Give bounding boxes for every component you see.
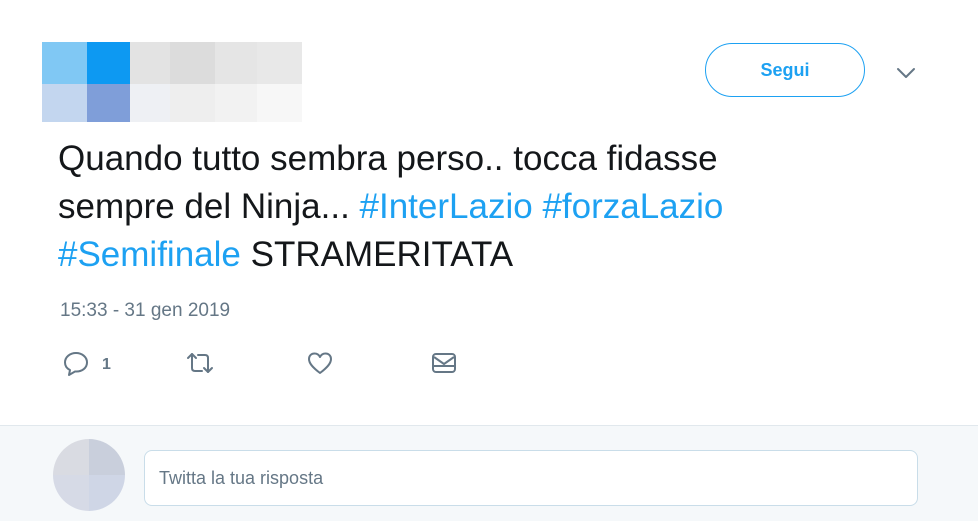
blurred-user-identity[interactable] xyxy=(42,42,302,122)
avatar-blur-cell xyxy=(42,84,87,122)
avatar xyxy=(53,439,125,511)
tweet-text: Quando tutto sembra perso.. tocca fidass… xyxy=(58,135,938,279)
reply-input[interactable] xyxy=(144,450,918,506)
tweet-text-span: Quando tutto sembra perso.. tocca fidass… xyxy=(58,139,718,178)
heart-icon xyxy=(306,349,334,382)
tweet-line-3: #Semifinale STRAMERITATA xyxy=(58,231,938,279)
name-blur-cell xyxy=(170,42,215,84)
name-blur-cell xyxy=(215,84,257,122)
retweet-button[interactable] xyxy=(185,345,215,385)
name-blur-cell xyxy=(257,84,302,122)
tweet-line-2: sempre del Ninja... #InterLazio #forzaLa… xyxy=(58,183,938,231)
tweet-line-1: Quando tutto sembra perso.. tocca fidass… xyxy=(58,135,938,183)
reply-count: 1 xyxy=(102,356,111,373)
tweet-header: Segui xyxy=(0,0,978,130)
tweet-actions: 1 xyxy=(0,345,978,385)
name-blur-cell xyxy=(130,84,170,122)
retweet-icon xyxy=(185,349,215,382)
tweet-text-span: sempre del Ninja... xyxy=(58,187,360,226)
hashtag-link[interactable]: #Semifinale xyxy=(58,235,241,274)
reply-button[interactable]: 1 xyxy=(62,345,111,385)
name-blur-cell xyxy=(215,42,257,84)
avatar-blur-cell xyxy=(87,42,130,84)
avatar-blur-cell xyxy=(89,439,125,475)
tweet-timestamp[interactable]: 15:33 - 31 gen 2019 xyxy=(60,300,230,322)
direct-message-button[interactable] xyxy=(430,345,458,385)
envelope-icon xyxy=(430,349,458,382)
hashtag-link[interactable]: #forzaLazio xyxy=(542,187,723,226)
avatar-blur-cell xyxy=(53,475,89,511)
name-blur-cell xyxy=(170,84,215,122)
hashtag-link[interactable]: #InterLazio xyxy=(360,187,533,226)
reply-box xyxy=(0,426,978,521)
follow-button[interactable]: Segui xyxy=(705,43,865,97)
chevron-down-icon[interactable] xyxy=(893,60,919,86)
avatar-blur-cell xyxy=(53,439,89,475)
avatar-blur-cell xyxy=(89,475,125,511)
like-button[interactable] xyxy=(306,345,334,385)
reply-icon xyxy=(62,349,90,382)
tweet-text-span: STRAMERITATA xyxy=(240,235,514,274)
name-blur-cell xyxy=(130,42,170,84)
avatar-blur-cell xyxy=(42,42,87,84)
avatar-blur-cell xyxy=(87,84,130,122)
name-blur-cell xyxy=(257,42,302,84)
